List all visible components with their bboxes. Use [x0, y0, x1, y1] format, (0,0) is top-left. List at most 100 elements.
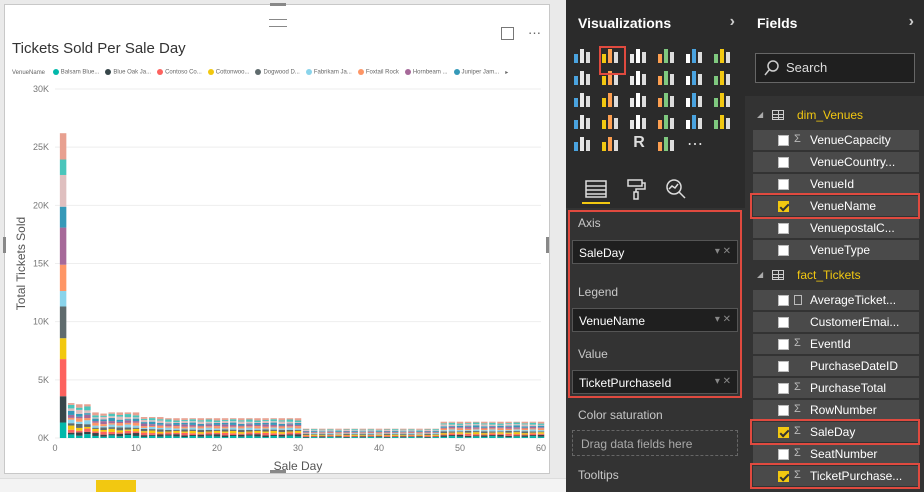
bar-segment[interactable]	[521, 430, 529, 432]
stacked-bar[interactable]	[59, 133, 67, 438]
bar-segment[interactable]	[400, 436, 407, 438]
bar-segment[interactable]	[84, 426, 91, 429]
line-chart-icon[interactable]	[572, 68, 594, 90]
bar-segment[interactable]	[100, 427, 107, 431]
legend-item[interactable]: Contoso Co...	[157, 69, 202, 76]
bar-segment[interactable]	[302, 433, 310, 435]
bar-segment[interactable]	[513, 429, 520, 432]
bar-segment[interactable]	[456, 428, 464, 431]
bar-segment[interactable]	[367, 434, 375, 435]
bar-segment[interactable]	[254, 430, 261, 433]
bar-segment[interactable]	[173, 434, 180, 437]
bar-segment[interactable]	[140, 428, 148, 432]
bar-segment[interactable]	[124, 427, 132, 430]
bar-segment[interactable]	[67, 414, 75, 418]
bar-segment[interactable]	[481, 435, 488, 437]
bar-segment[interactable]	[181, 436, 188, 438]
stacked-bar[interactable]	[262, 418, 269, 438]
bar-segment[interactable]	[497, 428, 504, 431]
bar-segment[interactable]	[124, 419, 132, 421]
bar-segment[interactable]	[84, 414, 91, 419]
bar-segment[interactable]	[181, 419, 188, 421]
stacked-bar[interactable]	[335, 428, 342, 438]
stacked-bar[interactable]	[238, 418, 245, 438]
bar-segment[interactable]	[229, 418, 237, 420]
bar-segment[interactable]	[140, 418, 148, 420]
bar-segment[interactable]	[205, 429, 213, 432]
bar-segment[interactable]	[140, 423, 148, 427]
stacked-bar[interactable]	[84, 404, 91, 438]
pie-icon[interactable]	[600, 90, 622, 112]
bar-segment[interactable]	[229, 430, 237, 434]
bar-segment[interactable]	[262, 426, 269, 429]
bar-segment[interactable]	[456, 431, 464, 433]
bar-segment[interactable]	[521, 431, 529, 434]
bar-segment[interactable]	[59, 396, 67, 423]
bar-segment[interactable]	[173, 428, 180, 431]
bar-segment[interactable]	[189, 418, 196, 420]
bar-segment[interactable]	[270, 430, 277, 434]
bar-segment[interactable]	[335, 429, 342, 431]
bar-segment[interactable]	[286, 426, 294, 428]
stacked-column-chart-visual[interactable]: ⋯ Tickets Sold Per Sale Day VenueName Ba…	[3, 3, 550, 474]
bar-segment[interactable]	[157, 419, 164, 421]
bar-segment[interactable]	[408, 429, 415, 431]
bar-segment[interactable]	[327, 433, 334, 435]
bar-segment[interactable]	[270, 421, 277, 423]
field-checkbox[interactable]	[778, 157, 789, 168]
bar-segment[interactable]	[481, 421, 488, 424]
bar-segment[interactable]	[408, 436, 415, 437]
bar-segment[interactable]	[59, 264, 67, 292]
bar-segment[interactable]	[262, 418, 269, 420]
table-icon[interactable]	[572, 134, 594, 156]
bar-segment[interactable]	[157, 431, 164, 434]
stacked-bar[interactable]	[205, 418, 213, 438]
bar-segment[interactable]	[100, 431, 107, 435]
bar-segment[interactable]	[472, 431, 480, 433]
bar-segment[interactable]	[148, 425, 156, 427]
bar-segment[interactable]	[310, 433, 318, 435]
bar-segment[interactable]	[440, 427, 448, 429]
stacked-bar[interactable]	[521, 421, 529, 438]
bar-segment[interactable]	[456, 430, 464, 432]
bar-segment[interactable]	[165, 432, 172, 435]
bar-segment[interactable]	[464, 435, 472, 438]
field-checkbox[interactable]	[778, 405, 789, 416]
100-column-icon[interactable]	[712, 46, 734, 68]
bar-segment[interactable]	[270, 419, 277, 422]
legend-item[interactable]: Fabrikam Ja...	[305, 69, 352, 76]
more-icon[interactable]: ⋯	[684, 134, 706, 156]
kpi-icon[interactable]	[684, 112, 706, 134]
bar-segment[interactable]	[440, 428, 448, 431]
bar-segment[interactable]	[100, 416, 107, 420]
bar-segment[interactable]	[391, 434, 399, 435]
bar-segment[interactable]	[440, 434, 448, 436]
bar-segment[interactable]	[205, 434, 213, 436]
bar-segment[interactable]	[343, 429, 350, 431]
bar-segment[interactable]	[262, 429, 269, 432]
bar-segment[interactable]	[375, 437, 383, 438]
stacked-bar[interactable]	[108, 412, 115, 438]
bar-segment[interactable]	[319, 435, 326, 436]
bar-segment[interactable]	[327, 429, 334, 431]
bar-segment[interactable]	[367, 428, 375, 430]
bar-segment[interactable]	[189, 430, 196, 434]
bar-segment[interactable]	[213, 422, 221, 424]
bar-segment[interactable]	[513, 421, 520, 423]
field-item[interactable]: Σ RowNumber	[753, 400, 919, 420]
color-saturation-dropzone[interactable]: Drag data fields here	[572, 430, 738, 456]
bar-segment[interactable]	[408, 431, 415, 433]
bar-segment[interactable]	[432, 429, 439, 431]
bar-segment[interactable]	[400, 428, 407, 430]
bar-segment[interactable]	[246, 423, 253, 425]
bar-segment[interactable]	[238, 434, 245, 437]
fields-search-input[interactable]: Search	[755, 53, 915, 83]
bar-segment[interactable]	[286, 435, 294, 438]
stacked-bar[interactable]	[189, 418, 196, 438]
stacked-bar[interactable]	[197, 418, 205, 438]
bar-segment[interactable]	[335, 436, 342, 438]
stacked-bar[interactable]	[92, 412, 99, 438]
bar-segment[interactable]	[262, 428, 269, 430]
collapse-triangle-icon[interactable]: ◢	[757, 110, 763, 119]
bar-segment[interactable]	[529, 422, 537, 425]
